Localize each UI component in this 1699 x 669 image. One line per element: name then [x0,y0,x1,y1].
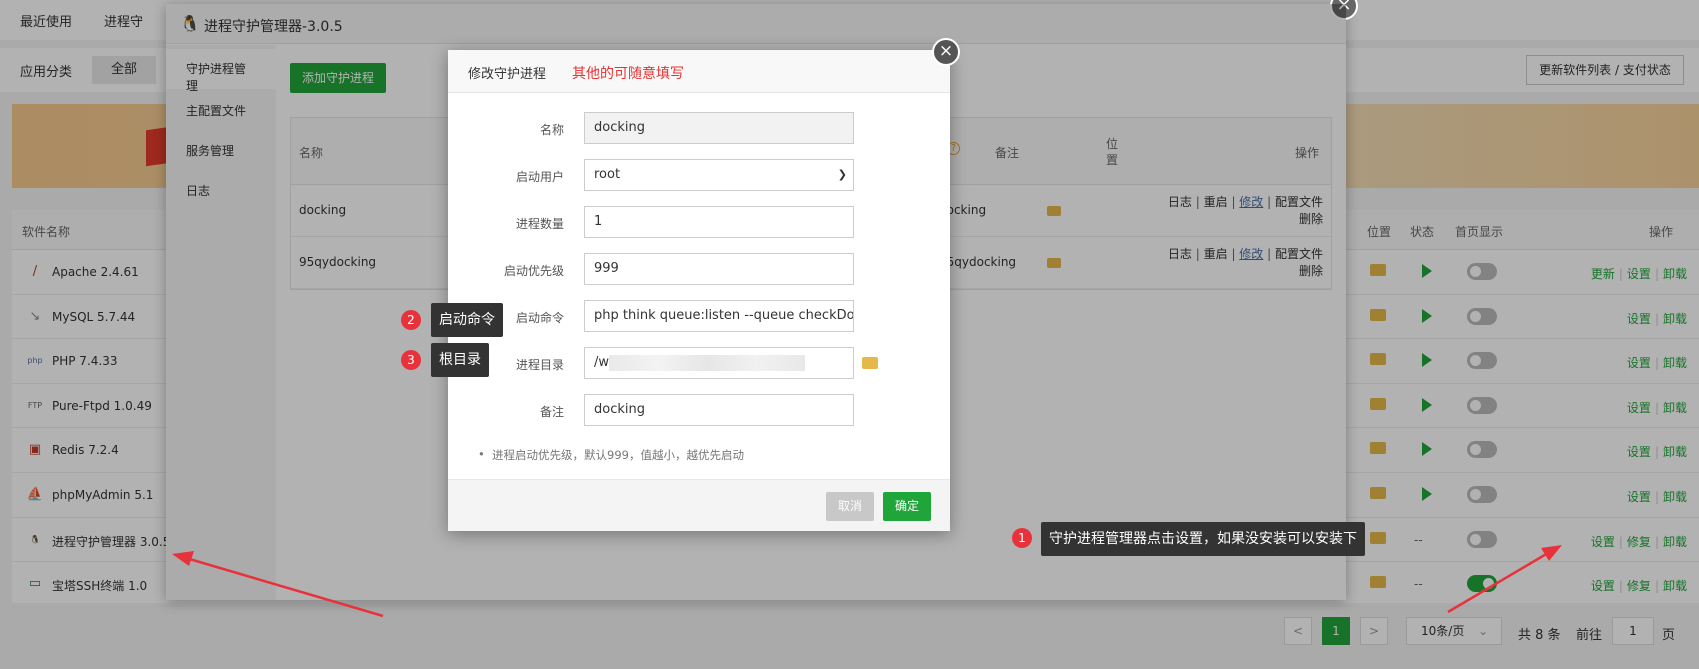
count-label: 进程数量 [515,217,564,231]
dialog-header: 修改守护进程 其他的可随意填写 [448,50,950,93]
confirm-button[interactable]: 确定 [883,492,931,521]
cancel-button[interactable]: 取消 [826,492,874,521]
user-select[interactable]: root ❯ [584,159,854,191]
count-input[interactable]: 1 [584,206,854,238]
priority-input[interactable]: 999 [584,253,854,285]
annotation-badge-1: 1 [1012,528,1032,548]
annotation-badge-2: 2 [401,310,421,330]
dir-input[interactable]: /ww [584,347,854,379]
annotation-callout-2: 启动命令 [431,303,503,337]
folder-icon[interactable] [862,357,878,369]
annotation-callout-3: 根目录 [431,343,489,377]
field-user: 启动用户 root ❯ [448,159,950,191]
field-remark: 备注 docking [448,394,950,426]
field-dir: 进程目录 /ww [448,347,950,379]
annotation-badge-3: 3 [401,350,421,370]
remark-label: 备注 [539,405,564,419]
close-icon[interactable]: × [932,38,960,66]
name-label: 名称 [539,123,564,137]
name-input[interactable]: docking [584,112,854,144]
edit-daemon-dialog: 修改守护进程 其他的可随意填写 名称 docking 启动用户 root ❯ 进程… [448,50,950,531]
user-label: 启动用户 [515,170,564,184]
dialog-title: 修改守护进程 [468,67,547,82]
remark-input[interactable]: docking [584,394,854,426]
field-command: 启动命令 php think queue:listen --queue chec… [448,300,950,332]
dialog-note: 其他的可随意填写 [572,66,684,82]
priority-label: 启动优先级 [503,264,564,278]
field-count: 进程数量 1 [448,206,950,238]
command-input[interactable]: php think queue:listen --queue checkDock… [584,300,854,332]
annotation-callout-1: 守护进程管理器点击设置，如果没安装可以安装下 [1041,522,1365,556]
chevron-down-icon: ❯ [837,168,847,181]
field-name: 名称 docking [448,112,950,144]
dialog-footer: 取消 确定 [448,479,950,531]
user-value: root [594,167,621,182]
redacted-path [609,355,805,371]
field-priority: 启动优先级 999 [448,253,950,285]
priority-tip: 进程启动优先级，默认999，值越小，越优先启动 [478,447,744,463]
